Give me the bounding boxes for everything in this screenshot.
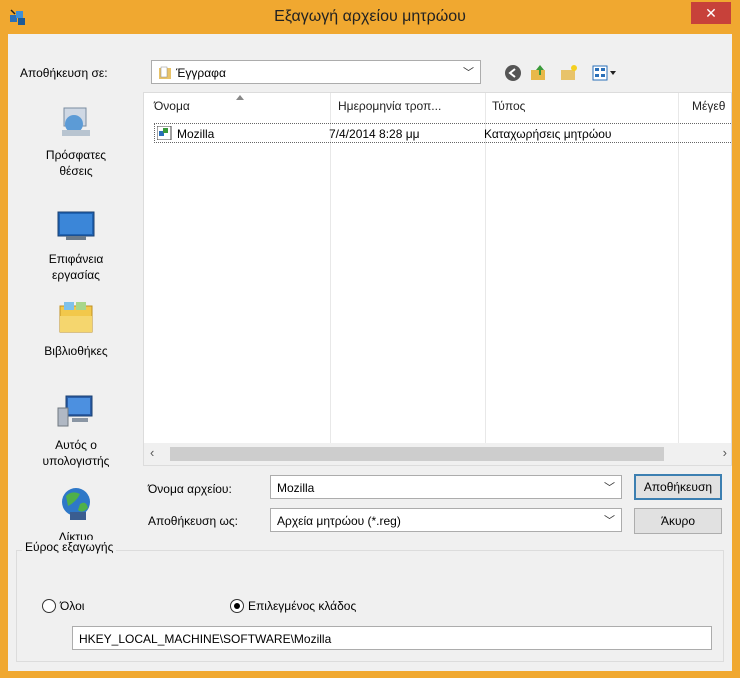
file-type-cell: Καταχωρήσεις μητρώου (484, 127, 612, 141)
chevron-down-icon[interactable]: ﹀ (604, 479, 615, 495)
title-bar[interactable]: Εξαγωγή αρχείου μητρώου ✕ (0, 0, 740, 34)
dialog-body: Αποθήκευση σε: Έγγραφα ﹀ Πρόσφατες θέσει… (8, 34, 732, 671)
places-bar: Πρόσφατες θέσεις Επιφάνεια εργασίας Βιβλ… (14, 94, 138, 570)
registry-file-icon (157, 126, 172, 140)
file-name-input[interactable]: Mozilla ﹀ (270, 475, 622, 499)
window-title: Εξαγωγή αρχείου μητρώου (274, 8, 466, 25)
horizontal-scrollbar[interactable]: ‹ › (144, 443, 731, 465)
column-divider (330, 93, 331, 443)
radio-selected-branch-label[interactable]: Επιλεγμένος κλάδος (248, 599, 356, 613)
chevron-down-icon: ﹀ (604, 515, 615, 527)
radio-all-label[interactable]: Όλοι (60, 599, 84, 613)
scrollbar-thumb[interactable] (170, 447, 664, 461)
sort-ascending-icon (236, 95, 244, 100)
column-header-size[interactable]: Μέγεθ (692, 99, 725, 113)
file-list[interactable]: Όνομα Ημερομηνία τροπ... Τύπος Μέγεθ Moz… (143, 92, 732, 466)
branch-path-value: HKEY_LOCAL_MACHINE\SOFTWARE\Mozilla (79, 632, 332, 646)
column-header-date[interactable]: Ημερομηνία τροπ... (338, 99, 441, 113)
place-desktop[interactable]: Επιφάνεια εργασίας (14, 208, 138, 283)
back-icon[interactable] (504, 64, 522, 82)
place-label: Βιβλιοθήκες (44, 344, 108, 358)
place-label: Αυτός ο (55, 438, 97, 452)
column-header-name[interactable]: Όνομα (154, 99, 190, 113)
close-icon: ✕ (705, 5, 717, 21)
place-recent[interactable]: Πρόσφατες θέσεις (14, 104, 138, 179)
close-button[interactable]: ✕ (691, 2, 731, 24)
documents-folder-icon (159, 66, 171, 79)
save-as-type-select[interactable]: Αρχεία μητρώου (*.reg) ﹀ (270, 508, 622, 532)
file-list-header: Όνομα Ημερομηνία τροπ... Τύπος Μέγεθ (144, 93, 731, 119)
cancel-button[interactable]: Άκυρο (634, 508, 722, 534)
file-name-value: Mozilla (277, 481, 315, 495)
save-as-value: Αρχεία μητρώου (*.reg) (277, 514, 401, 528)
place-libraries[interactable]: Βιβλιοθήκες (14, 300, 138, 359)
computer-icon (57, 395, 93, 427)
radio-selected-branch[interactable] (230, 599, 244, 613)
export-range-title: Εύρος εξαγωγής (22, 540, 117, 554)
place-label-2: υπολογιστής (42, 454, 110, 468)
place-label: Επιφάνεια (48, 252, 104, 266)
file-name-label: Όνομα αρχείου: (148, 482, 232, 496)
branch-path-input[interactable]: HKEY_LOCAL_MACHINE\SOFTWARE\Mozilla (72, 626, 712, 650)
save-button[interactable]: Αποθήκευση (634, 474, 722, 500)
up-folder-icon[interactable] (530, 64, 548, 82)
scroll-right-icon[interactable]: › (723, 445, 727, 460)
desktop-icon (57, 211, 95, 240)
file-date-cell: 7/4/2014 8:28 μμ (329, 127, 420, 141)
network-icon (62, 488, 90, 520)
place-label-2: θέσεις (59, 164, 93, 178)
file-row[interactable]: Mozilla 7/4/2014 8:28 μμ Καταχωρήσεις μη… (154, 123, 731, 143)
libraries-icon (59, 302, 93, 333)
column-divider (485, 93, 486, 443)
chevron-down-icon: ﹀ (463, 67, 474, 79)
export-registry-dialog: Εξαγωγή αρχείου μητρώου ✕ Αποθήκευση σε:… (0, 0, 740, 678)
save-as-label: Αποθήκευση ως: (148, 514, 238, 528)
recent-places-icon (62, 107, 90, 136)
place-computer[interactable]: Αυτός ο υπολογιστής (14, 394, 138, 469)
radio-all[interactable] (42, 599, 56, 613)
file-name-cell: Mozilla (177, 127, 215, 141)
new-folder-icon[interactable] (560, 64, 578, 82)
place-network[interactable]: Δίκτυο (14, 486, 138, 545)
scroll-left-icon[interactable]: ‹ (150, 445, 154, 460)
save-in-label: Αποθήκευση σε: (20, 66, 108, 80)
save-in-value: Έγγραφα (176, 66, 226, 80)
save-in-combo[interactable]: Έγγραφα ﹀ (151, 60, 481, 84)
column-divider (678, 93, 679, 443)
view-menu-icon[interactable] (592, 64, 618, 82)
column-header-type[interactable]: Τύπος (492, 99, 525, 113)
place-label: Πρόσφατες (45, 148, 107, 162)
place-label-2: εργασίας (52, 268, 100, 282)
